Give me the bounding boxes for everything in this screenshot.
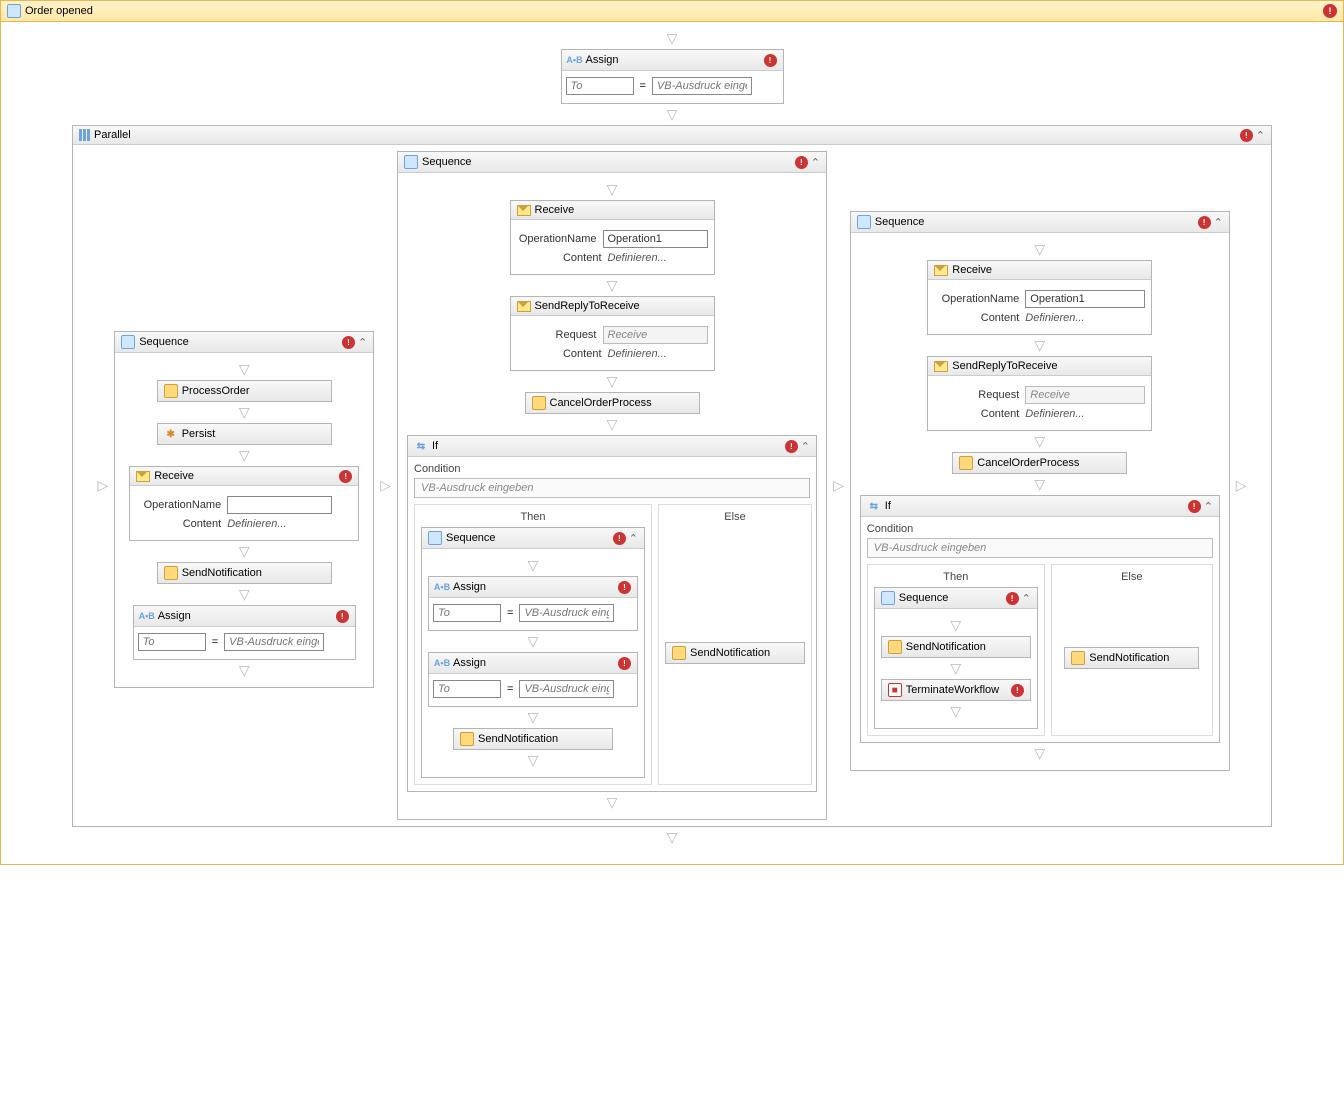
sequence-lane-1[interactable]: Sequence !⌃ ▽ ProcessOrder ▽ ✱Persist ▽ … <box>114 331 374 688</box>
parallel-icon <box>79 129 90 141</box>
then-sequence[interactable]: Sequence!⌃ ▽ A•BAssign!= ▽ A•BAssign!= ▽ <box>421 527 645 778</box>
sequence-icon <box>121 335 135 349</box>
workflow-root: Order opened ! ▽ A•B Assign ! = ▽ Parall… <box>0 0 1344 865</box>
box-icon <box>164 566 178 580</box>
assign-expr-field[interactable] <box>652 77 752 95</box>
content-define-link[interactable]: Definieren... <box>227 518 286 530</box>
assign-to-field[interactable] <box>566 77 634 95</box>
root-title: Order opened <box>25 5 93 17</box>
collapse-icon[interactable]: ⌃ <box>1256 129 1265 142</box>
stop-icon: ■ <box>888 683 902 697</box>
else-branch: Else SendNotification <box>658 504 812 785</box>
persist-icon: ✱ <box>164 427 178 441</box>
send-notification-activity[interactable]: SendNotification <box>665 642 805 664</box>
right-arrow-icon: ▷ <box>1236 477 1247 494</box>
right-arrow-icon: ▷ <box>97 477 108 494</box>
send-notification-activity[interactable]: SendNotification <box>881 636 1031 658</box>
sequence-lane-2[interactable]: Sequence!⌃ ▽ Receive OperationName Conte… <box>397 151 827 820</box>
down-arrow-icon: ▽ <box>667 829 678 846</box>
sequence-lane-3[interactable]: Sequence!⌃ ▽ Receive OperationName Conte… <box>850 211 1230 771</box>
operation-name-field[interactable] <box>227 496 332 514</box>
down-arrow-icon: ▽ <box>667 106 678 123</box>
condition-field[interactable]: VB-Ausdruck eingeben <box>414 478 810 498</box>
send-notification-activity[interactable]: SendNotification <box>1064 647 1199 669</box>
condition-field[interactable]: VB-Ausdruck eingeben <box>867 538 1213 558</box>
send-reply-activity[interactable]: SendReplyToReceive Request ContentDefini… <box>510 296 715 371</box>
then-branch: Then Sequence!⌃ ▽ A•BAssign!= ▽ A•BAss <box>414 504 652 785</box>
operation-name-field[interactable] <box>1025 290 1145 308</box>
error-icon[interactable]: ! <box>1323 4 1337 18</box>
if-icon: ⇆ <box>414 439 428 453</box>
send-reply-activity[interactable]: SendReplyToReceive Request ContentDefini… <box>927 356 1152 431</box>
terminate-activity[interactable]: ■TerminateWorkflow! <box>881 679 1031 701</box>
then-sequence[interactable]: Sequence!⌃ ▽ SendNotification ▽ ■Termina… <box>874 587 1038 729</box>
sequence-icon <box>7 4 21 18</box>
receive-activity[interactable]: Receive OperationName ContentDefinieren.… <box>927 260 1152 335</box>
error-icon: ! <box>764 54 777 67</box>
receive-icon <box>136 471 150 482</box>
down-arrow-icon: ▽ <box>667 30 678 47</box>
root-header[interactable]: Order opened ! <box>1 1 1343 22</box>
root-body: ▽ A•B Assign ! = ▽ Parallel !⌃ ▷ <box>1 22 1343 854</box>
cancel-order-activity[interactable]: CancelOrderProcess <box>525 392 700 414</box>
right-arrow-icon: ▷ <box>380 477 391 494</box>
send-notification-activity[interactable]: SendNotification <box>157 562 332 584</box>
receive-activity[interactable]: Receive OperationName ContentDefinieren.… <box>510 200 715 275</box>
right-arrow-icon: ▷ <box>833 477 844 494</box>
process-order-activity[interactable]: ProcessOrder <box>157 380 332 402</box>
assign-activity[interactable]: A•BAssign! = <box>133 605 356 660</box>
receive-activity[interactable]: Receive! OperationName ContentDefinieren… <box>129 466 359 541</box>
assign-activity[interactable]: A•B Assign ! = <box>561 49 784 104</box>
operation-name-field[interactable] <box>603 230 708 248</box>
parallel-activity[interactable]: Parallel !⌃ ▷ Sequence !⌃ ▽ ProcessOrder… <box>72 125 1272 827</box>
box-icon <box>164 384 178 398</box>
request-field <box>603 326 708 344</box>
collapse-icon[interactable]: ⌃ <box>358 336 367 349</box>
send-notification-activity[interactable]: SendNotification <box>453 728 613 750</box>
assign-icon: A•B <box>568 53 582 67</box>
if-activity[interactable]: ⇆If!⌃ Condition VB-Ausdruck eingeben The… <box>860 495 1220 743</box>
persist-activity[interactable]: ✱Persist <box>157 423 332 445</box>
cancel-order-activity[interactable]: CancelOrderProcess <box>952 452 1127 474</box>
if-activity[interactable]: ⇆If!⌃ Condition VB-Ausdruck eingeben The… <box>407 435 817 792</box>
error-icon: ! <box>1240 129 1253 142</box>
